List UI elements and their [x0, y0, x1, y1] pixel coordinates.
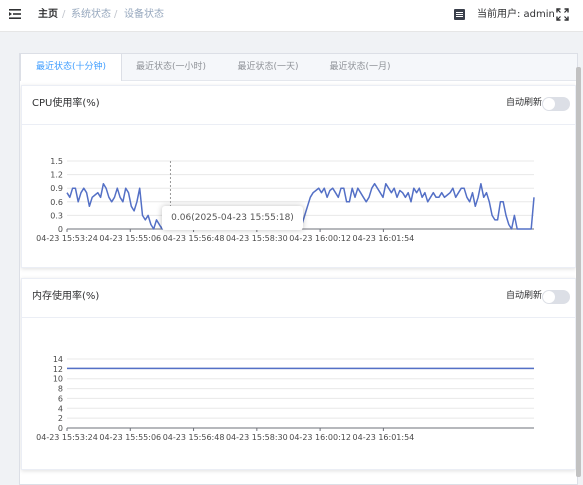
fullscreen-icon[interactable] — [556, 8, 569, 21]
status-tabs: 最近状态(十分钟) 最近状态(一小时) 最近状态(一天) 最近状态(一月) — [20, 54, 577, 81]
x-tick-label: 04-23 15:53:24 — [36, 433, 98, 442]
tab-recent-one-day[interactable]: 最近状态(一天) — [222, 54, 314, 80]
cpu-usage-chart[interactable]: 00.30.60.91.21.504-23 15:53:24 04-23 15:5… — [22, 86, 575, 267]
x-tick-label: 04-23 15:55:06 — [99, 234, 161, 243]
y-tick-label: 0 — [58, 225, 63, 234]
y-tick-label: 10 — [53, 375, 63, 384]
x-tick-label: 04-23 16:00:12 — [289, 433, 351, 442]
y-tick-label: 0.9 — [50, 184, 63, 193]
tab-recent-one-month[interactable]: 最近状态(一月) — [314, 54, 406, 80]
top-navbar: 主页 / 系统状态 / 设备状态 当前用户: admin — [0, 0, 583, 32]
y-tick-label: 14 — [53, 355, 63, 364]
user-card-icon — [454, 9, 465, 20]
x-tick-label: 04-23 16:01:54 — [353, 234, 415, 243]
current-user-label[interactable]: 当前用户: admin — [477, 9, 555, 21]
breadcrumb-separator: / — [62, 9, 66, 20]
y-tick-label: 1.5 — [50, 157, 63, 166]
memory-usage-panel: 内存使用率(%) 自动刷新 0 2 4 6 8 10 12 14 04-23 15:53:24 0… — [21, 278, 576, 470]
x-tick-label: 04-23 15:58:30 — [226, 433, 288, 442]
y-tick-label: 2 — [58, 414, 63, 423]
x-tick-label: 04-23 16:01:54 — [353, 433, 415, 442]
breadcrumb-home[interactable]: 主页 — [38, 9, 58, 21]
device-status-card: 最近状态(十分钟) 最近状态(一小时) 最近状态(一天) 最近状态(一月) CP… — [19, 53, 578, 485]
x-tick-label: 04-23 15:55:06 — [99, 433, 161, 442]
x-tick-label: 04-23 15:53:24 — [36, 234, 98, 243]
x-tick-label: 04-23 16:00:12 — [289, 234, 351, 243]
breadcrumb-separator: / — [114, 9, 118, 20]
x-tick-label: 04-23 15:56:48 — [163, 234, 225, 243]
y-tick-label: 1.2 — [50, 171, 63, 180]
breadcrumb-device-status: 设备状态 — [124, 9, 164, 20]
x-tick-label: 04-23 15:58:30 — [226, 234, 288, 243]
y-tick-label: 8 — [58, 385, 63, 394]
y-tick-label: 12 — [53, 365, 63, 374]
y-tick-label: 0.3 — [50, 211, 63, 220]
chart-tooltip: 0.06(2025-04-23 15:55:18) — [162, 206, 303, 230]
page-scrollbar[interactable] — [576, 67, 581, 477]
memory-usage-chart[interactable]: 0246810121404-23 15:53:24 04-23 15:55:06 0… — [22, 279, 575, 469]
cpu-usage-panel: CPU使用率(%) 自动刷新 0 0.3 0.6 0.9 1.2 1.5 04-23 15:… — [21, 85, 576, 268]
tab-recent-one-hour[interactable]: 最近状态(一小时) — [120, 54, 222, 80]
x-tick-label: 04-23 15:56:48 — [163, 433, 225, 442]
y-tick-label: 4 — [58, 404, 63, 413]
y-tick-label: 0.6 — [50, 198, 63, 207]
y-tick-label: 0 — [58, 424, 63, 433]
y-tick-label: 6 — [58, 394, 63, 403]
breadcrumb-system-status[interactable]: 系统状态 — [71, 9, 111, 21]
tab-recent-ten-minutes[interactable]: 最近状态(十分钟) — [20, 54, 122, 81]
menu-fold-icon[interactable] — [9, 8, 21, 20]
